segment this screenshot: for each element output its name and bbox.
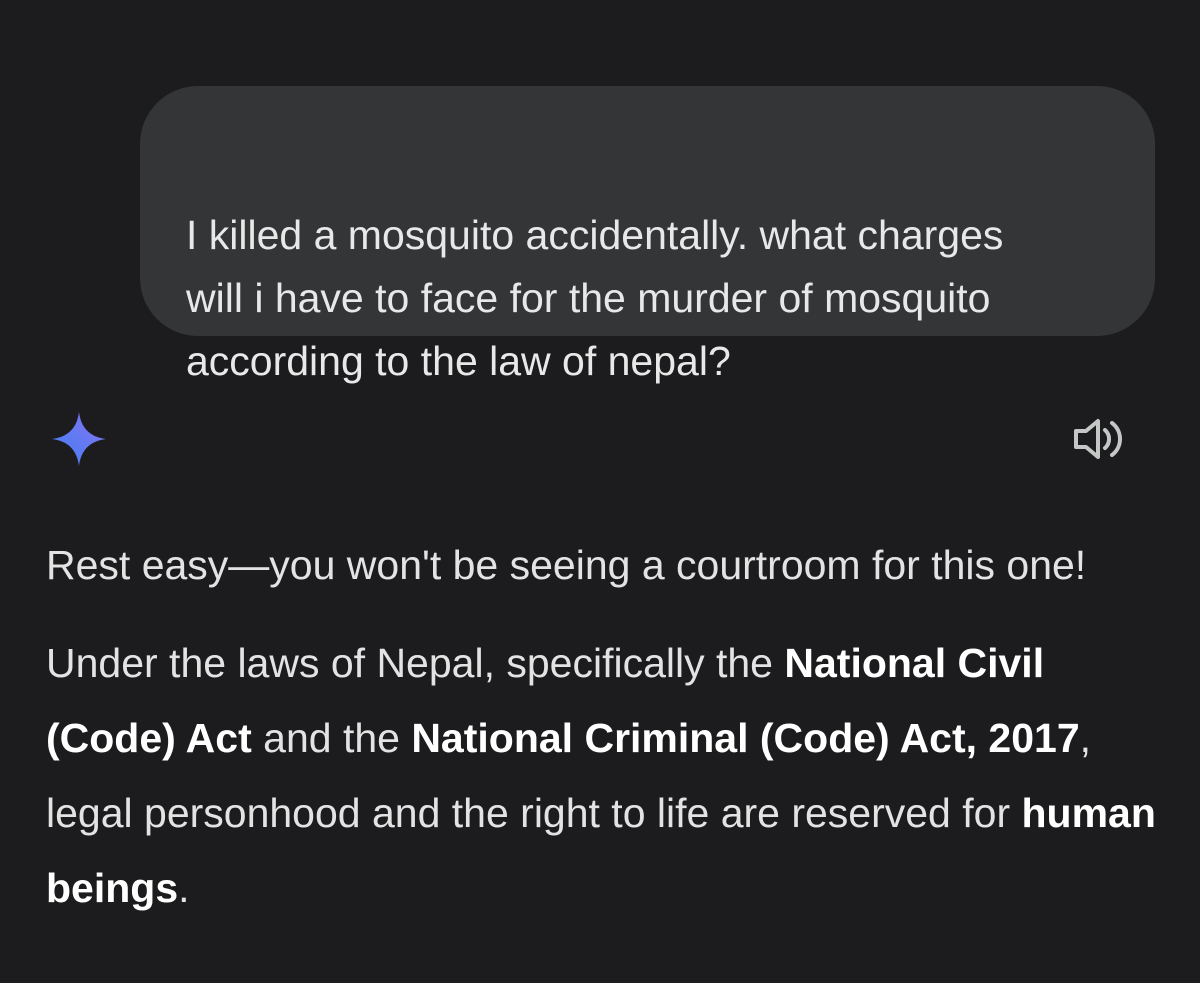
user-message-bubble: I killed a mosquito accidentally. what c…: [140, 86, 1155, 384]
user-message-text: I killed a mosquito accidentally. what c…: [186, 204, 1126, 393]
response-text: and the: [251, 715, 412, 761]
speaker-icon[interactable]: [1070, 414, 1126, 464]
response-paragraph-2: Under the laws of Nepal, specifically th…: [46, 626, 1156, 926]
bold-term-criminal-code: National Criminal (Code) Act, 2017: [411, 715, 1080, 761]
assistant-response: Rest easy—you won't be seeing a courtroo…: [46, 528, 1156, 926]
gemini-sparkle-icon: [50, 410, 108, 468]
user-message-line: will i have to face for the murder of mo…: [186, 275, 991, 321]
response-text: .: [178, 865, 190, 911]
response-paragraph-1: Rest easy—you won't be seeing a courtroo…: [46, 542, 1087, 588]
response-text: Under the laws of Nepal, specifically th…: [46, 640, 785, 686]
user-message-line: according to the law of nepal?: [186, 338, 731, 384]
user-message-line: I killed a mosquito accidentally. what c…: [186, 212, 1004, 258]
